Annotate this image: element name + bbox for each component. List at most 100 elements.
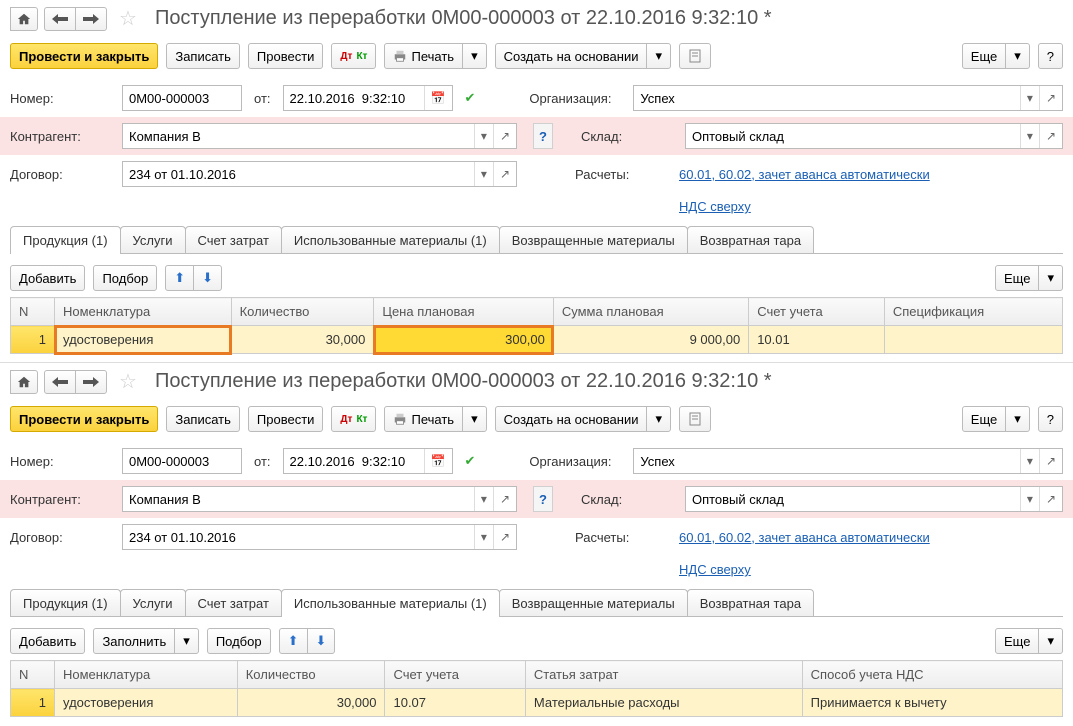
attach-button[interactable] — [679, 43, 711, 69]
move-up-button[interactable]: ⬆ — [165, 265, 194, 291]
home-button[interactable] — [10, 7, 38, 31]
settlements-link[interactable]: 60.01, 60.02, зачет аванса автоматически — [679, 530, 930, 545]
back-button[interactable] — [44, 370, 76, 394]
number-input[interactable] — [122, 448, 242, 474]
cell-nomen[interactable]: удостоверения — [55, 689, 238, 717]
star-icon[interactable]: ☆ — [119, 6, 137, 31]
tab-services[interactable]: Услуги — [120, 226, 186, 254]
dropdown-icon[interactable]: ▾ — [1020, 124, 1039, 148]
calendar-icon[interactable]: 📅 — [424, 449, 452, 473]
cell-cost-item[interactable]: Материальные расходы — [525, 689, 802, 717]
table-more-button[interactable]: Еще — [995, 628, 1039, 654]
date-input[interactable]: 📅 — [283, 85, 453, 111]
pick-button[interactable]: Подбор — [93, 265, 157, 291]
print-button[interactable]: Печать — [384, 406, 463, 432]
open-icon[interactable]: ↗ — [1039, 124, 1062, 148]
table-more-button[interactable]: Еще — [995, 265, 1039, 291]
post-and-close-button[interactable]: Провести и закрыть — [10, 406, 158, 432]
table-row[interactable]: 1 удостоверения 30,000 300,00 9 000,00 1… — [11, 326, 1063, 354]
dropdown-icon[interactable]: ▾ — [474, 487, 493, 511]
forward-button[interactable] — [75, 7, 107, 31]
add-button[interactable]: Добавить — [10, 265, 85, 291]
cell-qty[interactable]: 30,000 — [237, 689, 385, 717]
dropdown-icon[interactable]: ▾ — [474, 124, 493, 148]
tab-services[interactable]: Услуги — [120, 589, 186, 617]
tab-returnable-packaging[interactable]: Возвратная тара — [687, 226, 814, 254]
warehouse-input[interactable]: ▾↗ — [685, 486, 1063, 512]
post-button[interactable]: Провести — [248, 43, 324, 69]
move-down-button[interactable]: ⬇ — [193, 265, 222, 291]
open-icon[interactable]: ↗ — [493, 525, 516, 549]
fill-dropdown[interactable]: ▾ — [174, 628, 199, 654]
cell-nomen[interactable]: удостоверения — [55, 326, 232, 354]
help-button[interactable]: ? — [1038, 43, 1063, 69]
tab-used-materials[interactable]: Использованные материалы (1) — [281, 589, 500, 617]
settlements-link[interactable]: 60.01, 60.02, зачет аванса автоматически — [679, 167, 930, 182]
dropdown-icon[interactable]: ▾ — [1020, 449, 1039, 473]
tab-cost-account[interactable]: Счет затрат — [185, 589, 282, 617]
more-dropdown[interactable]: ▾ — [1005, 406, 1030, 432]
more-button[interactable]: Еще — [962, 406, 1006, 432]
cell-account[interactable]: 10.07 — [385, 689, 525, 717]
table-row[interactable]: 1 удостоверения 30,000 10.07 Материальны… — [11, 689, 1063, 717]
print-dropdown[interactable]: ▾ — [462, 406, 487, 432]
tab-products[interactable]: Продукция (1) — [10, 589, 121, 617]
table-more-dropdown[interactable]: ▾ — [1038, 265, 1063, 291]
move-up-button[interactable]: ⬆ — [279, 628, 308, 654]
dtkt-button[interactable]: ДтКт — [331, 406, 376, 432]
date-input[interactable]: 📅 — [283, 448, 453, 474]
contractor-input[interactable]: ▾↗ — [122, 486, 517, 512]
back-button[interactable] — [44, 7, 76, 31]
create-based-dropdown[interactable]: ▾ — [646, 43, 671, 69]
post-and-close-button[interactable]: Провести и закрыть — [10, 43, 158, 69]
dropdown-icon[interactable]: ▾ — [474, 162, 493, 186]
pick-button[interactable]: Подбор — [207, 628, 271, 654]
print-dropdown[interactable]: ▾ — [462, 43, 487, 69]
vat-link[interactable]: НДС сверху — [679, 199, 751, 214]
cell-price[interactable]: 300,00 — [374, 326, 554, 354]
cell-vat-mode[interactable]: Принимается к вычету — [802, 689, 1062, 717]
write-button[interactable]: Записать — [166, 43, 240, 69]
post-button[interactable]: Провести — [248, 406, 324, 432]
dropdown-icon[interactable]: ▾ — [474, 525, 493, 549]
open-icon[interactable]: ↗ — [493, 124, 516, 148]
open-icon[interactable]: ↗ — [1039, 487, 1062, 511]
star-icon[interactable]: ☆ — [119, 369, 137, 394]
contractor-input[interactable]: ▾↗ — [122, 123, 517, 149]
fill-button[interactable]: Заполнить — [93, 628, 175, 654]
forward-button[interactable] — [75, 370, 107, 394]
vat-link[interactable]: НДС сверху — [679, 562, 751, 577]
dtkt-button[interactable]: ДтКт — [331, 43, 376, 69]
tab-returned-materials[interactable]: Возвращенные материалы — [499, 589, 688, 617]
warehouse-input[interactable]: ▾↗ — [685, 123, 1063, 149]
contract-input[interactable]: ▾↗ — [122, 161, 517, 187]
number-input[interactable] — [122, 85, 242, 111]
tab-returned-materials[interactable]: Возвращенные материалы — [499, 226, 688, 254]
org-input[interactable]: ▾↗ — [633, 448, 1063, 474]
print-button[interactable]: Печать — [384, 43, 463, 69]
table-more-dropdown[interactable]: ▾ — [1038, 628, 1063, 654]
create-based-dropdown[interactable]: ▾ — [646, 406, 671, 432]
help-button[interactable]: ? — [1038, 406, 1063, 432]
add-button[interactable]: Добавить — [10, 628, 85, 654]
dropdown-icon[interactable]: ▾ — [1020, 86, 1039, 110]
contract-input[interactable]: ▾↗ — [122, 524, 517, 550]
tab-products[interactable]: Продукция (1) — [10, 226, 121, 254]
create-based-button[interactable]: Создать на основании — [495, 406, 648, 432]
info-icon[interactable]: ? — [533, 486, 553, 512]
cell-qty[interactable]: 30,000 — [231, 326, 374, 354]
open-icon[interactable]: ↗ — [493, 162, 516, 186]
open-icon[interactable]: ↗ — [1039, 86, 1062, 110]
org-input[interactable]: ▾↗ — [633, 85, 1063, 111]
attach-button[interactable] — [679, 406, 711, 432]
cell-sum[interactable]: 9 000,00 — [553, 326, 748, 354]
dropdown-icon[interactable]: ▾ — [1020, 487, 1039, 511]
open-icon[interactable]: ↗ — [493, 487, 516, 511]
tab-returnable-packaging[interactable]: Возвратная тара — [687, 589, 814, 617]
home-button[interactable] — [10, 370, 38, 394]
calendar-icon[interactable]: 📅 — [424, 86, 452, 110]
info-icon[interactable]: ? — [533, 123, 553, 149]
cell-spec[interactable] — [884, 326, 1062, 354]
more-button[interactable]: Еще — [962, 43, 1006, 69]
open-icon[interactable]: ↗ — [1039, 449, 1062, 473]
